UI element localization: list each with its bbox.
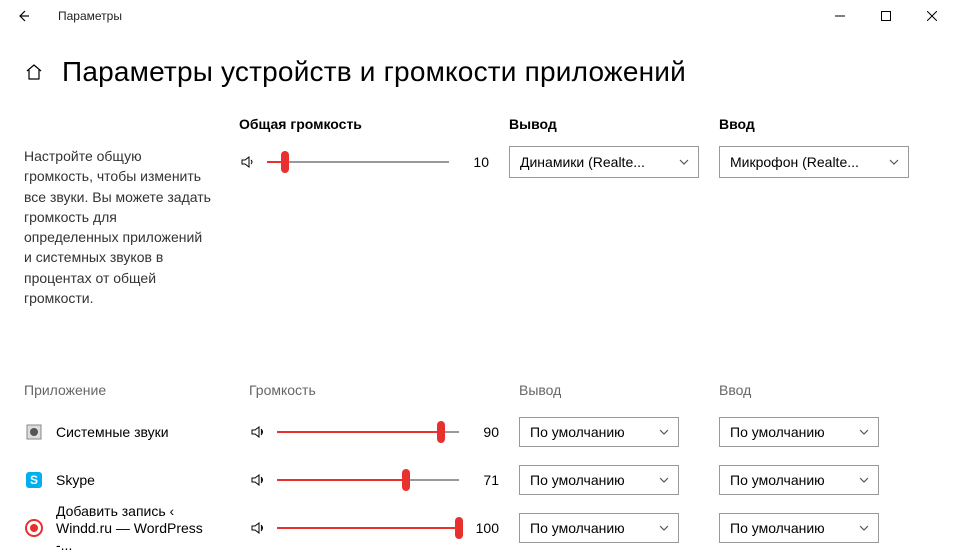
app-input-dropdown[interactable]: По умолчанию <box>719 417 879 447</box>
app-row: Системные звуки <box>24 408 229 456</box>
home-icon <box>25 63 43 81</box>
title-bar: Параметры <box>0 0 955 32</box>
dropdown-text: Микрофон (Realte... <box>730 154 882 170</box>
svg-text:S: S <box>30 473 38 487</box>
apps-header-output: Вывод <box>519 382 699 398</box>
master-volume-value: 10 <box>459 154 489 170</box>
dropdown-text: По умолчанию <box>730 472 852 488</box>
app-name: Системные звуки <box>56 424 169 441</box>
dropdown-text: По умолчанию <box>530 472 652 488</box>
page-header: Параметры устройств и громкости приложен… <box>24 56 935 88</box>
app-volume-row: 100 <box>249 504 499 552</box>
window-title: Параметры <box>58 9 122 23</box>
close-icon <box>927 11 937 21</box>
master-input-dropdown[interactable]: Микрофон (Realte... <box>719 146 909 178</box>
dropdown-text: По умолчанию <box>530 520 652 536</box>
chevron-down-icon <box>858 522 870 534</box>
chevron-down-icon <box>658 474 670 486</box>
app-icon <box>24 518 44 538</box>
chevron-down-icon <box>888 156 900 168</box>
app-icon: S <box>24 470 44 490</box>
dropdown-text: Динамики (Realte... <box>520 154 672 170</box>
master-volume-label: Общая громкость <box>239 116 489 132</box>
maximize-icon <box>881 11 891 21</box>
master-output-label: Вывод <box>509 116 699 132</box>
maximize-button[interactable] <box>863 0 909 32</box>
master-input-label: Ввод <box>719 116 909 132</box>
speaker-icon <box>249 472 267 488</box>
master-volume-slider[interactable] <box>267 152 449 172</box>
apps-header-input: Ввод <box>719 382 899 398</box>
speaker-icon <box>249 520 267 536</box>
chevron-down-icon <box>658 522 670 534</box>
chevron-down-icon <box>678 156 690 168</box>
minimize-button[interactable] <box>817 0 863 32</box>
page-title: Параметры устройств и громкости приложен… <box>62 56 686 88</box>
dropdown-text: По умолчанию <box>730 520 852 536</box>
page-description: Настройте общую громкость, чтобы изменит… <box>24 146 219 308</box>
app-row: Добавить запись ‹ Windd.ru — WordPress -… <box>24 504 229 552</box>
apps-header-app: Приложение <box>24 382 229 398</box>
app-icon <box>24 422 44 442</box>
app-volume-slider[interactable] <box>277 470 459 490</box>
chevron-down-icon <box>858 474 870 486</box>
app-input-dropdown[interactable]: По умолчанию <box>719 465 879 495</box>
app-volume-value: 71 <box>469 472 499 488</box>
app-name: Skype <box>56 472 95 489</box>
app-output-dropdown[interactable]: По умолчанию <box>519 513 679 543</box>
chevron-down-icon <box>858 426 870 438</box>
chevron-down-icon <box>658 426 670 438</box>
app-volume-slider[interactable] <box>277 518 459 538</box>
master-output-dropdown[interactable]: Динамики (Realte... <box>509 146 699 178</box>
speaker-low-icon <box>239 154 257 170</box>
app-volume-value: 100 <box>469 520 499 536</box>
dropdown-text: По умолчанию <box>530 424 652 440</box>
apps-header-volume: Громкость <box>249 382 499 398</box>
app-volume-row: 90 <box>249 408 499 456</box>
app-volume-row: 71 <box>249 456 499 504</box>
back-button[interactable] <box>16 9 40 23</box>
home-button[interactable] <box>24 63 44 81</box>
app-volume-value: 90 <box>469 424 499 440</box>
app-output-dropdown[interactable]: По умолчанию <box>519 417 679 447</box>
master-volume-slider-row: 10 <box>239 146 489 178</box>
app-row: S Skype <box>24 456 229 504</box>
app-name: Добавить запись ‹ Windd.ru — WordPress -… <box>56 503 216 553</box>
minimize-icon <box>835 11 845 21</box>
close-button[interactable] <box>909 0 955 32</box>
app-volume-slider[interactable] <box>277 422 459 442</box>
arrow-left-icon <box>16 9 30 23</box>
app-output-dropdown[interactable]: По умолчанию <box>519 465 679 495</box>
speaker-icon <box>249 424 267 440</box>
dropdown-text: По умолчанию <box>730 424 852 440</box>
app-input-dropdown[interactable]: По умолчанию <box>719 513 879 543</box>
